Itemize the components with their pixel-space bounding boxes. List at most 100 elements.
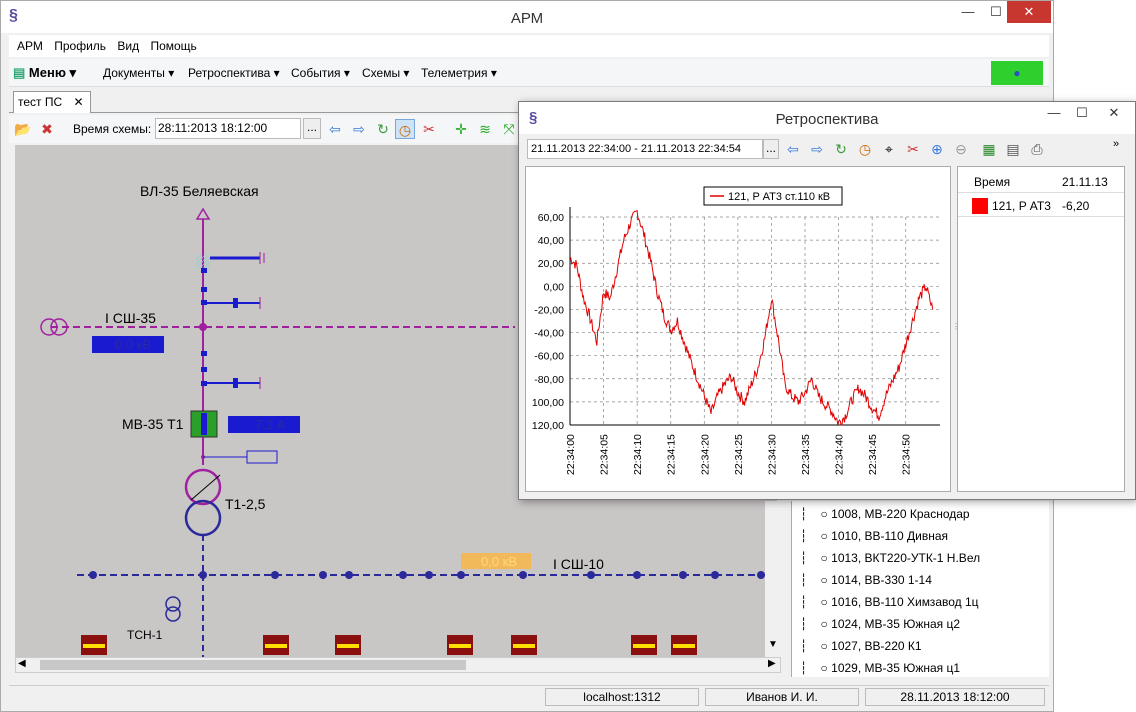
x-tick-label: 22:34:15 <box>666 434 678 475</box>
transformer-hv[interactable] <box>184 468 222 506</box>
toolbar-events[interactable]: События ▾ <box>291 59 350 87</box>
retro-title-bar: § Ретроспектива — ☐ ✕ <box>519 102 1135 134</box>
transformer-label: Т1-2,5 <box>225 496 266 512</box>
open-icon[interactable]: 📂 <box>13 119 33 139</box>
tree-item[interactable]: ┆ ○ 1024, МВ-35 Южная ц2 <box>800 613 960 635</box>
retro-crosshair-icon[interactable]: ⌖ <box>879 139 899 159</box>
tab-test-ps[interactable]: тест ПС ✕ <box>13 91 91 113</box>
layers-icon[interactable]: ≋ <box>475 119 495 139</box>
bus-35-label: I СШ-35 <box>105 310 156 326</box>
menu-button[interactable]: ▤ Меню ▾ <box>13 59 76 87</box>
line-label: ВЛ-35 Беляевская <box>140 183 259 199</box>
x-tick-label: 22:34:45 <box>867 434 879 475</box>
menu-profile[interactable]: Профиль <box>54 35 106 57</box>
toolbar-retro-label: Ретроспектива <box>188 66 271 80</box>
scroll-left-arrow-icon[interactable]: ◀ <box>18 658 26 669</box>
bus-35-node <box>199 323 207 331</box>
tree-item[interactable]: ┆ ○ 1010, ВВ-110 Дивная <box>800 525 948 547</box>
target-icon[interactable]: ✛ <box>451 119 471 139</box>
back-arrow-icon[interactable]: ⇦ <box>325 119 345 139</box>
series-line <box>569 209 934 426</box>
tree-item-label: 1014, ВВ-330 1-14 <box>831 573 932 587</box>
table-row[interactable]: 121, P АТ3 -6,20 <box>958 195 1124 217</box>
y-tick-label: -80,00 <box>534 374 564 386</box>
tree-item-label: 1016, ВВ-110 Химзавод 1ц <box>831 595 979 609</box>
disconnector-2[interactable] <box>201 287 261 309</box>
fit-icon[interactable]: ⤧ <box>499 119 519 139</box>
x-tick-label: 22:34:40 <box>834 434 846 475</box>
tree-item[interactable]: ┆ ○ 1027, ВВ-220 К1 <box>800 635 922 657</box>
disconnector-3[interactable] <box>201 351 261 389</box>
delete-icon[interactable]: ✖ <box>37 119 57 139</box>
tree-item[interactable]: ┆ ○ 1008, МВ-220 Краснодар <box>800 503 970 525</box>
vertical-scrollbar[interactable]: ▼ <box>765 501 781 657</box>
retro-window: § Ретроспектива — ☐ ✕ 21.11.2013 22:34:0… <box>518 101 1136 500</box>
retro-maximize-button[interactable]: ☐ <box>1065 102 1099 124</box>
horizontal-scrollbar[interactable]: ◀ ▶ <box>15 657 781 673</box>
tree-item[interactable]: ┆ ○ 1014, ВВ-330 1-14 <box>800 569 932 591</box>
toolbar-telemetry[interactable]: Телеметрия ▾ <box>421 59 497 87</box>
retro-chart[interactable]: 60,00 40,00 20,00 0,00 -20,00 -40,00 -60,00 -80… <box>525 166 951 492</box>
retro-range-picker-button[interactable]: ... <box>763 139 779 159</box>
tree-item-label: 1024, МВ-35 Южная ц2 <box>831 617 961 631</box>
line-terminal <box>195 207 211 220</box>
retro-clock-icon[interactable]: ◷ <box>855 139 875 159</box>
scroll-thumb[interactable] <box>40 660 466 670</box>
retro-range-input[interactable]: 21.11.2013 22:34:00 - 21.11.2013 22:34:5… <box>527 139 763 159</box>
export-excel-icon[interactable]: ▦ <box>979 139 999 159</box>
menu-button-label: Меню <box>28 65 66 80</box>
retro-forward-arrow-icon[interactable]: ⇨ <box>807 139 827 159</box>
tsn-transformer[interactable] <box>165 596 181 622</box>
table-col-time: Время <box>974 175 1011 189</box>
x-tick-label: 22:34:20 <box>699 434 711 475</box>
retro-value-table: Время 21.11.13 121, P АТ3 -6,20 <box>957 166 1125 492</box>
preview-icon[interactable]: ▤ <box>1003 139 1023 159</box>
breaker-state <box>201 413 207 435</box>
tab-close-icon[interactable]: ✕ <box>74 95 84 109</box>
forward-arrow-icon[interactable]: ⇨ <box>349 119 369 139</box>
x-tick-label: 22:34:10 <box>632 434 644 475</box>
menu-help[interactable]: Помощь <box>150 35 196 57</box>
refresh-icon[interactable]: ↻ <box>373 119 393 139</box>
close-button[interactable]: ✕ <box>1007 1 1051 23</box>
disconnector-top[interactable] <box>196 252 265 273</box>
toolbar-retro[interactable]: Ретроспектива ▾ <box>188 59 280 87</box>
retro-back-arrow-icon[interactable]: ⇦ <box>783 139 803 159</box>
zoom-in-icon[interactable]: ⊕ <box>927 139 947 159</box>
tree-item[interactable]: ┆ ○ 1029, МВ-35 Южная ц1 <box>800 657 960 679</box>
toolbar-overflow-icon[interactable]: » <box>1113 138 1119 150</box>
toolbar-documents[interactable]: Документы ▾ <box>103 59 174 87</box>
tree-item[interactable]: ┆ ○ 1016, ВВ-110 Химзавод 1ц <box>800 591 979 613</box>
tree-item[interactable]: ┆ ○ 1013, ВКТ220-УТК-1 Н.Вел <box>800 547 980 569</box>
retro-tools-icon[interactable]: ✂ <box>903 139 923 159</box>
current-transformer[interactable] <box>246 450 278 464</box>
tree-icon: ▤ <box>13 65 26 80</box>
clock-icon[interactable]: ◷ <box>395 119 415 139</box>
y-tick-label: 40,00 <box>538 235 564 247</box>
scroll-down-arrow-icon[interactable]: ▼ <box>768 639 778 650</box>
retro-refresh-icon[interactable]: ↻ <box>831 139 851 159</box>
zoom-out-icon[interactable]: ⊖ <box>951 139 971 159</box>
retro-close-button[interactable]: ✕ <box>1097 102 1131 124</box>
scheme-time-input[interactable]: 28:11:2013 18:12:00 <box>155 118 301 139</box>
splitter-handle[interactable]: ⋮ <box>952 322 960 331</box>
transformer-lv[interactable] <box>184 499 222 537</box>
toolbar-schemes[interactable]: Схемы ▾ <box>362 59 409 87</box>
y-tick-label: -20,00 <box>534 304 564 316</box>
x-tick-label: 22:34:50 <box>901 434 913 475</box>
print-icon[interactable]: ⎙ <box>1027 139 1047 159</box>
x-tick-label: 22:34:05 <box>599 434 611 475</box>
retro-toolbar: 21.11.2013 22:34:00 - 21.11.2013 22:34:5… <box>525 136 1131 162</box>
scroll-right-arrow-icon[interactable]: ▶ <box>768 658 776 669</box>
table-header: Время 21.11.13 <box>958 171 1124 193</box>
tools-icon[interactable]: ✂ <box>419 119 439 139</box>
connection-status-icon[interactable]: ● <box>991 61 1043 85</box>
x-tick-label: 22:34:35 <box>800 434 812 475</box>
menu-arm[interactable]: АРМ <box>17 35 43 57</box>
menu-view[interactable]: Вид <box>117 35 139 57</box>
time-picker-button[interactable]: ... <box>303 118 321 139</box>
x-tick-label: 22:34:30 <box>766 434 778 475</box>
feeder-breakers[interactable] <box>81 635 697 655</box>
y-tick-label: 20,00 <box>538 258 564 270</box>
table-row-value: -6,20 <box>1062 199 1090 213</box>
